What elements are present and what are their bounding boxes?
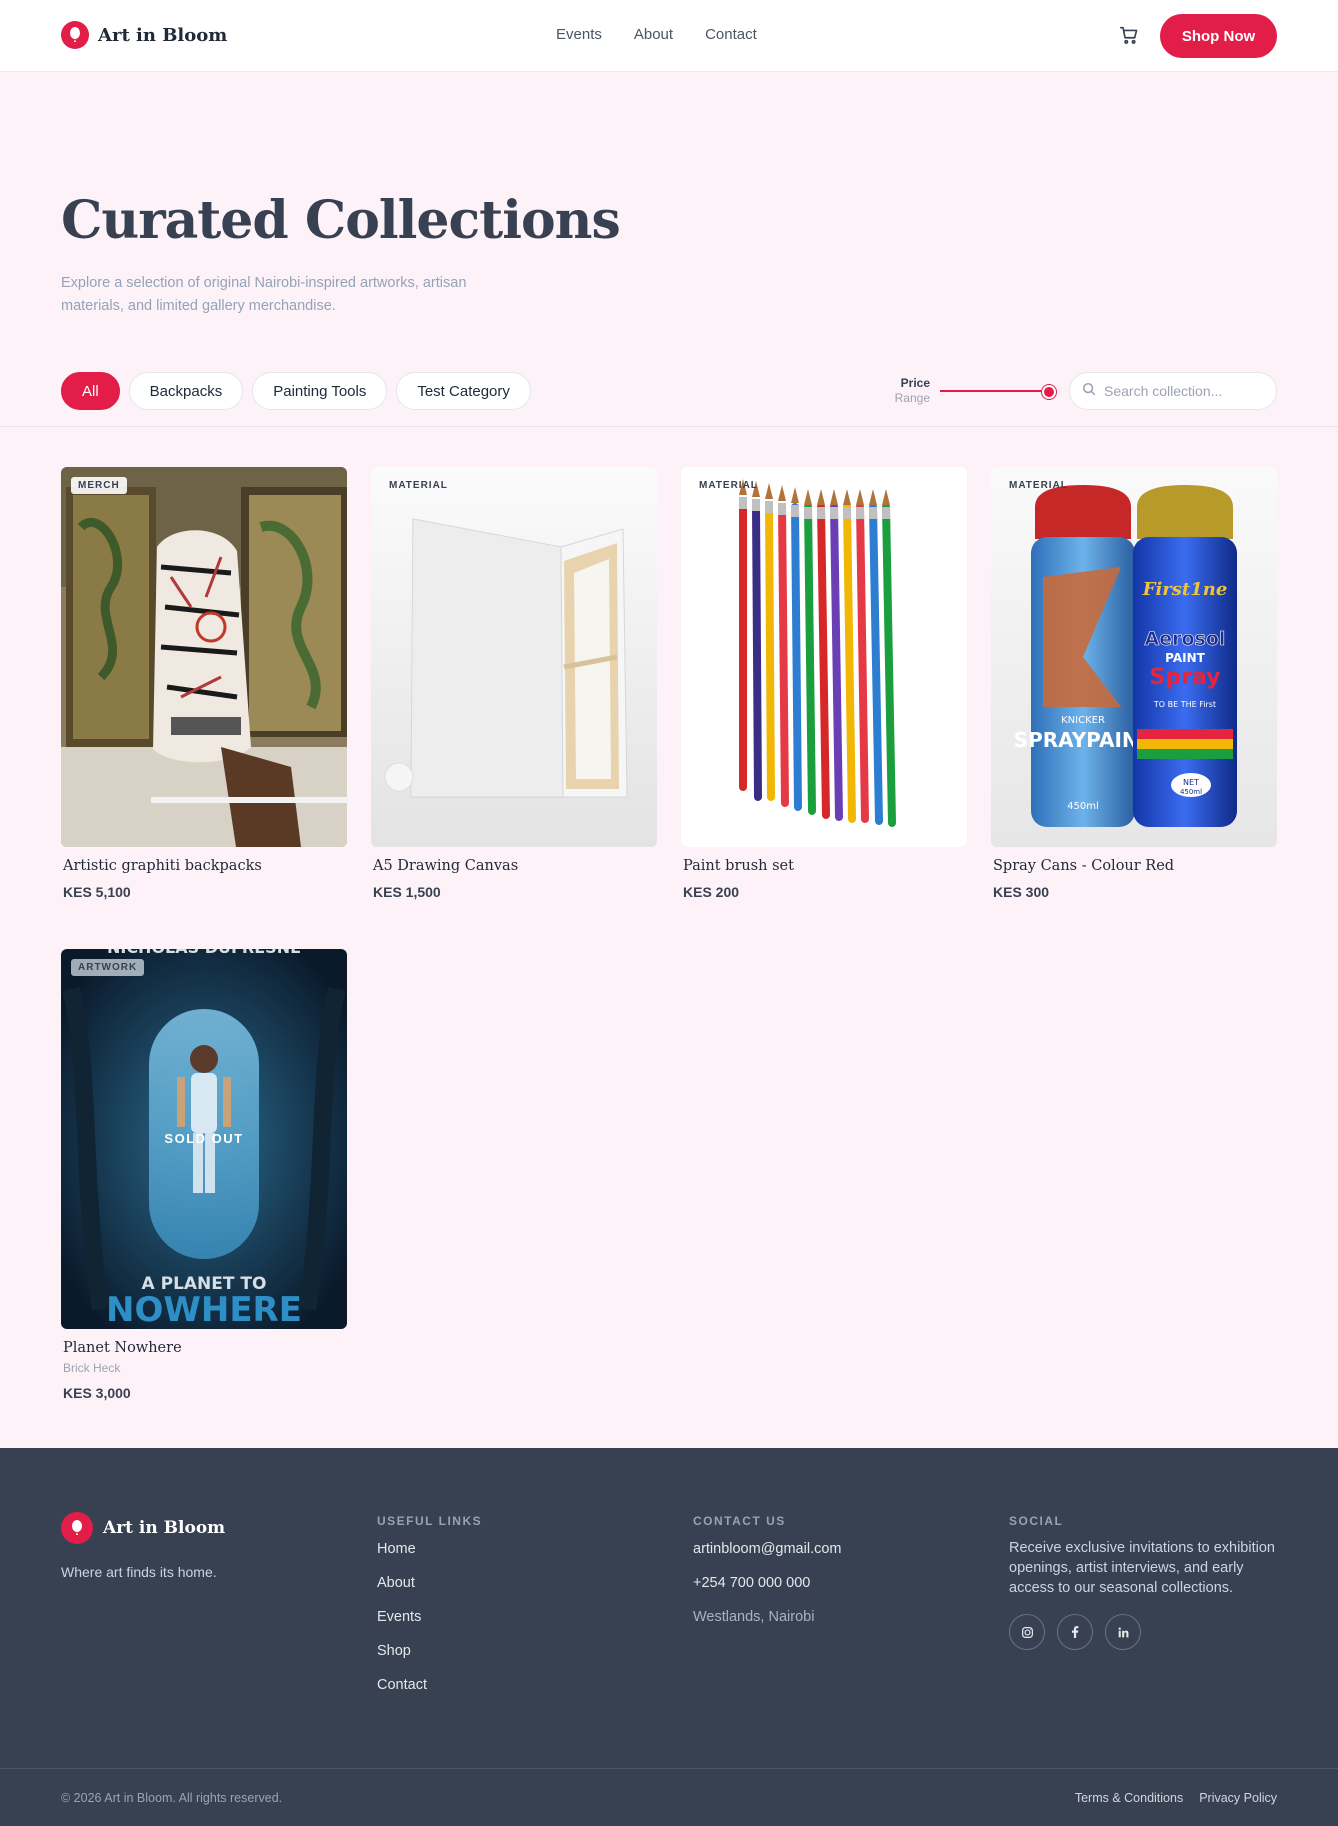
useful-links-column: USEFUL LINKS Home About Events Shop Cont…	[377, 1514, 482, 1702]
product-price: KES 5,100	[63, 884, 131, 900]
footer-tagline: Where art finds its home.	[61, 1564, 217, 1580]
product-name[interactable]: Paint brush set	[681, 858, 967, 874]
terms-link[interactable]: Terms & Conditions	[1075, 1791, 1183, 1805]
filter-backpacks[interactable]: Backpacks	[128, 372, 244, 410]
nav-about[interactable]: About	[634, 26, 673, 43]
slider-fill	[940, 390, 1050, 392]
footer-link-about[interactable]: About	[377, 1566, 482, 1600]
page-subtitle: Explore a selection of original Nairobi-…	[61, 275, 467, 314]
can-2-line1: Aerosol	[1145, 628, 1226, 650]
price-range-label: Price Range	[880, 376, 930, 405]
contact-heading: CONTACT US	[693, 1514, 786, 1528]
product-price: KES 3,000	[63, 1385, 131, 1401]
nav-events[interactable]: Events	[556, 26, 602, 43]
can-2-tag: TO BE THE First	[1153, 700, 1216, 709]
price-range-slider[interactable]	[940, 385, 1057, 399]
linkedin-icon[interactable]	[1105, 1614, 1141, 1650]
product-name[interactable]: Artistic graphiti backpacks	[61, 858, 347, 874]
can-2-line3: Spray	[1150, 665, 1221, 690]
footer-link-events[interactable]: Events	[377, 1600, 482, 1634]
slider-thumb[interactable]	[1042, 385, 1057, 399]
facebook-icon[interactable]	[1057, 1614, 1093, 1650]
brand-logo[interactable]: Art in Bloom	[61, 21, 227, 49]
product-card[interactable]: MATERIAL A5 Drawing Canvas KES 1,500	[371, 467, 657, 900]
product-artist: Brick Heck	[63, 1361, 121, 1375]
balloon-icon	[61, 1512, 93, 1544]
footer-divider	[0, 1768, 1338, 1769]
shop-now-button[interactable]: Shop Now	[1160, 14, 1277, 58]
price-sub-label: Range	[894, 391, 930, 405]
product-price: KES 200	[683, 884, 740, 900]
can-2-volume: 450ml	[1180, 788, 1202, 796]
useful-links-heading: USEFUL LINKS	[377, 1514, 483, 1528]
balloon-icon	[61, 21, 89, 49]
product-image[interactable]: SPRAYPAINT KNICKER 450ml First1ne Aeroso…	[991, 467, 1277, 847]
can-1-volume: 450ml	[1067, 801, 1099, 812]
product-name[interactable]: Spray Cans - Colour Red	[991, 858, 1277, 874]
can-2-net: NET	[1183, 778, 1199, 787]
product-card[interactable]: NICHOLAS DUFRESNE A PLANET TO NOWHERE AR…	[61, 949, 347, 1401]
poster-line-2: NOWHERE	[106, 1290, 302, 1329]
search-box[interactable]	[1069, 372, 1277, 410]
product-card[interactable]: MATERIAL Paint brush set KES 200	[681, 467, 967, 900]
copyright: © 2026 Art in Bloom. All rights reserved…	[61, 1791, 283, 1805]
footer-logo[interactable]: Art in Bloom	[61, 1512, 225, 1544]
social-description: Receive exclusive invitations to exhibit…	[1009, 1540, 1275, 1596]
page-title: Curated Collections	[61, 190, 621, 251]
category-filters: All Backpacks Painting Tools Test Catego…	[61, 372, 531, 410]
filter-divider	[0, 426, 1338, 427]
cart-icon[interactable]	[1118, 24, 1142, 48]
social-column: SOCIAL Receive exclusive invitations to …	[1009, 1514, 1279, 1650]
legal-links: Terms & Conditions Privacy Policy	[1075, 1791, 1277, 1805]
site-header: Art in Bloom Events About Contact Shop N…	[0, 0, 1338, 72]
site-footer: Art in Bloom Where art finds its home. U…	[0, 1448, 1338, 1826]
can-1-sub: KNICKER	[1061, 715, 1105, 726]
price-label: Price	[900, 376, 930, 390]
social-heading: SOCIAL	[1009, 1514, 1064, 1528]
backpack-photo	[61, 467, 347, 847]
category-badge: MATERIAL	[389, 480, 448, 491]
instagram-icon[interactable]	[1009, 1614, 1045, 1650]
footer-link-contact[interactable]: Contact	[377, 1668, 482, 1702]
contact-address: Westlands, Nairobi	[693, 1609, 815, 1625]
product-image[interactable]: NICHOLAS DUFRESNE A PLANET TO NOWHERE AR…	[61, 949, 347, 1329]
main-nav: Events About Contact	[556, 26, 757, 43]
product-image[interactable]: MATERIAL	[681, 467, 967, 847]
contact-phone[interactable]: +254 700 000 000	[693, 1566, 842, 1600]
search-input[interactable]	[1104, 383, 1264, 399]
footer-link-shop[interactable]: Shop	[377, 1634, 482, 1668]
contact-email[interactable]: artinbloom@gmail.com	[693, 1532, 842, 1566]
product-image[interactable]: MERCH	[61, 467, 347, 847]
poster-top-text: NICHOLAS DUFRESNE	[107, 949, 301, 957]
product-name[interactable]: A5 Drawing Canvas	[371, 858, 657, 874]
footer-brand-name: Art in Bloom	[103, 1518, 226, 1538]
brush-set-photo	[681, 467, 967, 847]
nav-contact[interactable]: Contact	[705, 26, 757, 43]
footer-link-home[interactable]: Home	[377, 1532, 482, 1566]
category-badge: MATERIAL	[699, 480, 758, 491]
filter-all[interactable]: All	[61, 372, 120, 410]
contact-column: CONTACT US artinbloom@gmail.com +254 700…	[693, 1514, 842, 1634]
canvas-photo	[371, 467, 657, 847]
privacy-link[interactable]: Privacy Policy	[1199, 1791, 1277, 1805]
search-icon	[1082, 382, 1096, 401]
can-2-brand: First1ne	[1142, 579, 1228, 600]
sold-out-label: SOLD OUT	[164, 1131, 244, 1146]
can-1-brand: SPRAYPAINT	[1014, 728, 1153, 752]
filter-test-category[interactable]: Test Category	[396, 372, 531, 410]
brand-name: Art in Bloom	[98, 24, 228, 46]
category-badge: MATERIAL	[1009, 480, 1068, 491]
category-badge: ARTWORK	[71, 959, 145, 976]
spray-cans-photo: SPRAYPAINT KNICKER 450ml First1ne Aeroso…	[991, 467, 1277, 847]
can-2-line2: PAINT	[1165, 651, 1205, 665]
product-image[interactable]: MATERIAL	[371, 467, 657, 847]
product-price: KES 1,500	[373, 884, 441, 900]
product-card[interactable]: MERCH Artistic graphiti backpacks KES 5,…	[61, 467, 347, 900]
product-price: KES 300	[993, 884, 1050, 900]
social-links	[1009, 1614, 1279, 1650]
product-card[interactable]: SPRAYPAINT KNICKER 450ml First1ne Aeroso…	[991, 467, 1277, 900]
category-badge: MERCH	[71, 477, 127, 494]
filter-painting-tools[interactable]: Painting Tools	[252, 372, 388, 410]
product-name[interactable]: Planet Nowhere	[61, 1340, 347, 1356]
